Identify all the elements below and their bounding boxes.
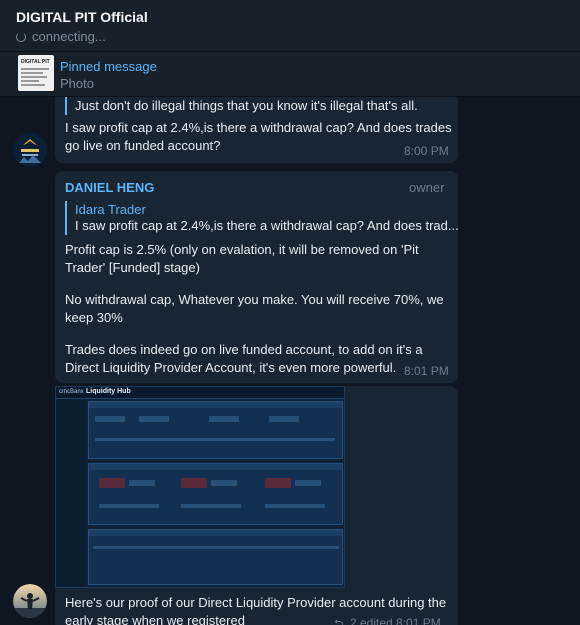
photo-panel: [88, 529, 343, 585]
pinned-thumbnail: DIGITAL PIT: [18, 55, 54, 91]
thumb-line: [21, 72, 43, 74]
reply-preview[interactable]: Idara Trader I saw profit cap at 2.4%,is…: [65, 201, 459, 235]
pinned-title: Pinned message: [60, 59, 157, 74]
sender-role-badge: owner: [409, 180, 445, 195]
message-text-line: No withdrawal cap, Whatever you make. Yo…: [65, 292, 444, 307]
photo-panel-header: [89, 530, 342, 536]
photo-cell: [209, 416, 239, 422]
reply-text: I saw profit cap at 2.4%,is there a with…: [75, 218, 459, 233]
thumb-line: [21, 84, 45, 86]
connection-status: connecting...: [16, 29, 106, 44]
message-text-line: Trader' [Funded] stage): [65, 260, 200, 275]
photo-cell: [295, 480, 321, 486]
photo-panel: [88, 401, 343, 459]
message-time: 8:01 PM: [404, 364, 449, 378]
avatar[interactable]: [13, 133, 47, 167]
photo-caption-line: Here's our proof of our Direct Liquidity…: [65, 595, 447, 610]
photo-cell: [265, 504, 325, 508]
photo-panel-header: [89, 464, 342, 470]
photo-sidebar: [56, 399, 86, 587]
photo-cell: [99, 504, 159, 508]
photo-cell: [211, 480, 237, 486]
thumb-text: DIGITAL PIT: [21, 59, 50, 65]
photo-price-red: [99, 478, 125, 488]
message-text-line: Direct Liquidity Provider Account, it's …: [65, 360, 397, 375]
photo-title: Liquidity Hub: [86, 388, 131, 395]
message-bubble[interactable]: DANIEL HENG owner Idara Trader I saw pro…: [55, 171, 459, 383]
status-text: connecting...: [32, 29, 106, 44]
message-text-line: Profit cap is 2.5% (only on evalation, i…: [65, 242, 419, 257]
quote-text: Just don't do illegal things that you kn…: [75, 98, 418, 113]
message-time: 8:00 PM: [404, 144, 449, 158]
photo-cell: [129, 480, 155, 486]
quoted-message[interactable]: Just don't do illegal things that you kn…: [65, 97, 445, 115]
message-text-line: Trades does indeed go on live funded acc…: [65, 342, 423, 357]
photo-cell: [95, 438, 335, 441]
avatar[interactable]: [13, 584, 47, 618]
photo-caption-line: early stage when we registered: [65, 613, 245, 625]
photo-logo: cmcBanx: [59, 389, 84, 395]
owner-avatar-icon: [13, 584, 47, 618]
thumb-line: [21, 80, 39, 82]
pinned-subtitle: Photo: [60, 76, 94, 91]
thumb-line: [21, 68, 49, 70]
loading-spinner-icon: [16, 31, 26, 42]
photo-panel: [88, 463, 343, 525]
message-meta: 2 edited 8:01 PM: [350, 616, 441, 625]
thumb-line: [21, 76, 47, 78]
photo-price-red: [265, 478, 291, 488]
chat-header[interactable]: DIGITAL PIT Official connecting...: [0, 0, 580, 52]
photo-cell: [181, 504, 241, 508]
photo-cell: [269, 416, 299, 422]
message-text-line: I saw profit cap at 2.4%,is there a with…: [65, 120, 452, 135]
photo-panel-header: [89, 402, 342, 408]
message-text-line: go live on funded account?: [65, 138, 221, 153]
message-list[interactable]: Just don't do illegal things that you kn…: [0, 97, 580, 625]
photo-cell: [93, 546, 339, 549]
photo-topbar: cmcBanx Liquidity Hub: [56, 387, 344, 399]
photo-cell: [139, 416, 169, 422]
chat-title[interactable]: DIGITAL PIT Official: [16, 9, 148, 25]
photo-price-red: [181, 478, 207, 488]
attached-photo[interactable]: cmcBanx Liquidity Hub: [55, 386, 345, 588]
trader-avatar-icon: [13, 133, 47, 167]
message-bubble[interactable]: Just don't do illegal things that you kn…: [55, 97, 458, 163]
message-text-line: keep 30%: [65, 310, 123, 325]
photo-cell: [95, 416, 125, 422]
reply-count-icon[interactable]: ⮌: [334, 615, 344, 625]
sender-name[interactable]: DANIEL HENG: [65, 179, 154, 197]
pinned-message-bar[interactable]: DIGITAL PIT Pinned message Photo: [0, 52, 580, 97]
